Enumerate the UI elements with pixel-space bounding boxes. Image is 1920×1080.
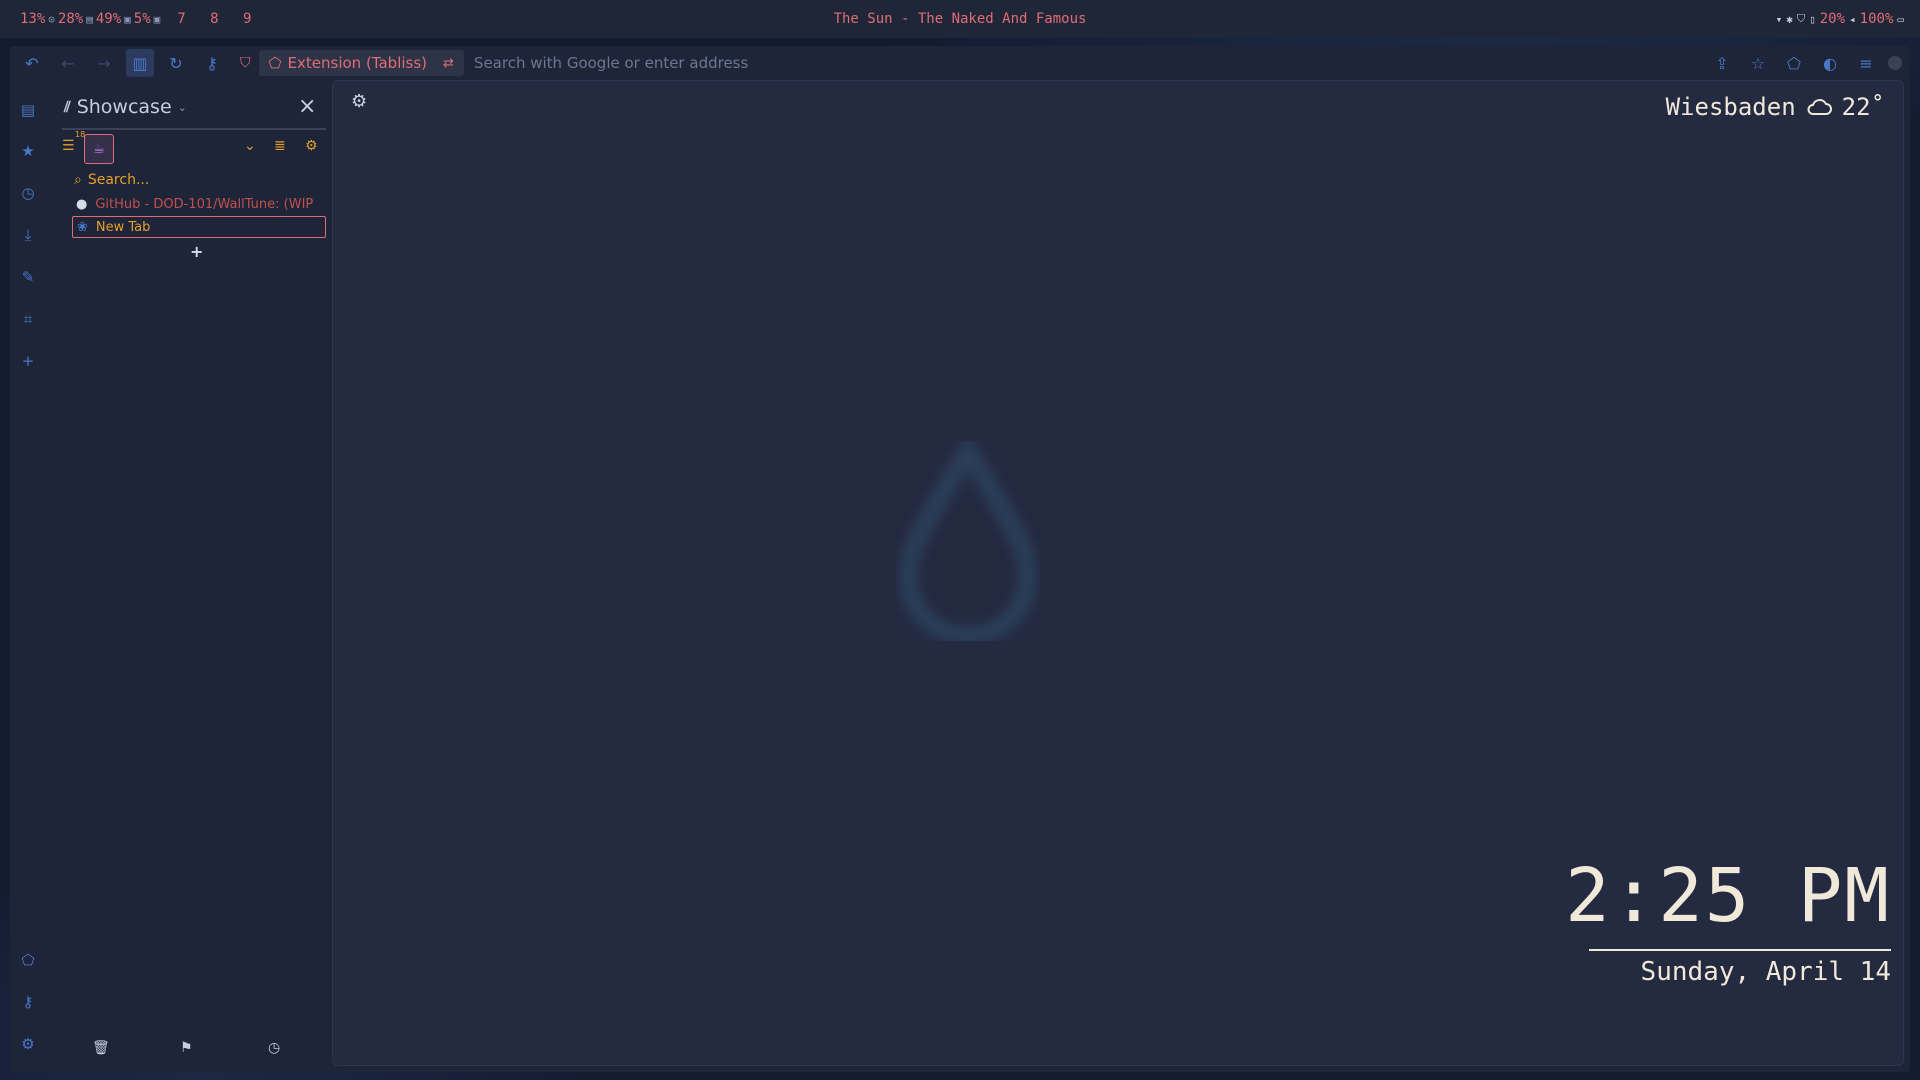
browser-window: ↶ ← → ▥ ↻ ⚷ ⛉ ⬠ Extension (Tabliss) ⇄ Se… (10, 46, 1910, 1072)
sidebar-footer: 🗑 ⚑ ◷ (54, 1040, 334, 1064)
now-playing: The Sun - The Naked And Famous (833, 11, 1087, 27)
keyboard-icon: ▭ (1897, 12, 1904, 26)
share-icon[interactable]: ⇪ (1708, 49, 1736, 77)
tabs-sidebar: ⫽ Showcase ⌄ × ☰ 18 ☕ ⌄ ≣ ⚙ ⌕ Search... … (54, 80, 334, 1072)
gpu-usage: 5% (133, 11, 151, 27)
tracking-protection-icon[interactable]: ⛉ (240, 55, 251, 71)
cpu-icon: ⊙ (48, 12, 55, 26)
tab-item-active[interactable]: ❀ New Tab (72, 216, 326, 238)
extensions-panel-icon[interactable]: ⬠ (16, 948, 40, 972)
gear-icon[interactable]: ⚙ (351, 91, 367, 112)
address-bar[interactable]: ⛉ ⬠ Extension (Tabliss) ⇄ Search with Go… (240, 48, 1700, 78)
workspace-list[interactable]: 7 8 9 (177, 11, 259, 27)
tab-item[interactable]: ● GitHub - DOD-101/WallTune: (WIP (72, 193, 326, 215)
downloads-icon[interactable]: ⤓ (16, 223, 40, 247)
add-panel-icon[interactable]: + (16, 349, 40, 373)
tab-title: GitHub - DOD-101/WallTune: (WIP (95, 196, 314, 212)
window-control-dot[interactable] (1888, 56, 1902, 70)
weather-temp: 22˚ (1841, 93, 1885, 121)
disk-usage: 28% (57, 11, 84, 27)
extensions-icon[interactable]: ⬠ (1780, 49, 1808, 77)
url-input[interactable]: Search with Google or enter address (474, 54, 748, 72)
weather-widget: Wiesbaden 22˚ (1666, 93, 1885, 121)
pen-icon[interactable]: ✎ (16, 265, 40, 289)
passwords-icon[interactable]: ⚷ (16, 990, 40, 1014)
menu-icon[interactable]: ≡ (1852, 49, 1880, 77)
coffee-cup-icon: ☕ (92, 141, 106, 157)
permissions-icon[interactable]: ⇄ (443, 56, 454, 71)
cloud-icon (1807, 99, 1832, 115)
bluetooth-icon[interactable]: ✱ (1786, 13, 1793, 26)
extension-icon: ⬠ (268, 54, 282, 72)
background-drop-logo (898, 441, 1038, 641)
navigation-toolbar: ↶ ← → ▥ ↻ ⚷ ⛉ ⬠ Extension (Tabliss) ⇄ Se… (10, 46, 1910, 80)
brightness-level: 20% (1819, 11, 1846, 27)
translate-icon[interactable]: ⌗ (16, 307, 40, 331)
account-avatar-icon[interactable]: ◐ (1816, 49, 1844, 77)
system-status-bar: 13% ⊙ 28% ▤ 49% ▣ 5% ▣ 7 8 9 The Sun - T… (0, 0, 1920, 38)
tab-title: New Tab (95, 219, 151, 235)
key-icon[interactable]: ⚷ (198, 49, 226, 77)
tabs-search[interactable]: ⌕ Search... (74, 172, 149, 188)
settings-icon[interactable]: ⚙ (16, 1032, 40, 1056)
bookmark-star-icon[interactable]: ☆ (1744, 49, 1772, 77)
new-tab-page: ⚙ Wiesbaden 22˚ 2:25 PM Sunday, April 14 (332, 80, 1904, 1066)
chevron-down-icon[interactable]: ⌄ (244, 138, 256, 154)
shield-tray-icon[interactable]: ⛉ (1797, 12, 1805, 26)
sidebar-toolbar: ☰ 18 ☕ ⌄ ≣ ⚙ (62, 130, 326, 164)
clock-icon[interactable]: ◷ (268, 1040, 280, 1056)
storage-icon: ▣ (124, 12, 131, 26)
system-tray: ▾ ✱ ⛉ ▯ 20% ◂ 100% ▭ (1776, 11, 1904, 27)
trash-icon[interactable]: 🗑 (92, 1040, 110, 1056)
forward-button[interactable]: → (90, 49, 118, 77)
bookmark-icon[interactable]: ⚑ (180, 1040, 193, 1056)
sidebar-toggle-button[interactable]: ▥ (126, 49, 154, 77)
cpu-usage: 13% (20, 11, 46, 27)
clock-date: Sunday, April 14 (1640, 957, 1891, 987)
volume-icon[interactable]: ◂ (1849, 13, 1856, 26)
gpu-icon: ▣ (153, 12, 161, 26)
tree-list-icon[interactable]: ☰ (62, 138, 75, 154)
clock-divider (1589, 949, 1891, 951)
bookmarks-icon[interactable]: ★ (16, 139, 40, 163)
search-icon: ⌕ (74, 172, 82, 188)
chevron-down-icon: ⌄ (177, 100, 187, 114)
wifi-icon[interactable]: ▾ (1776, 13, 1783, 26)
sidebery-logo-icon: ⫽ (64, 98, 71, 116)
sidebar-title: Showcase (76, 96, 172, 118)
sidebar-header[interactable]: ⫽ Showcase ⌄ (64, 96, 187, 118)
github-icon: ● (76, 196, 88, 212)
search-input[interactable]: Search... (88, 172, 149, 188)
reload-button[interactable]: ↻ (162, 49, 190, 77)
panel-tab-button[interactable]: ☕ (84, 134, 114, 164)
identity-box[interactable]: ⬠ Extension (Tabliss) ⇄ (258, 50, 464, 76)
memory-usage: 49% (95, 11, 122, 27)
back-button[interactable]: ← (54, 49, 82, 77)
close-icon[interactable]: × (298, 94, 316, 119)
history-icon[interactable]: ◷ (16, 181, 40, 205)
memory-icon: ▤ (86, 12, 93, 26)
new-tab-list-icon[interactable]: ≣ (274, 138, 286, 154)
toolbar-right: ⇪ ☆ ⬠ ◐ ≡ (1708, 49, 1902, 77)
battery-icon: ▯ (1809, 12, 1816, 26)
weather-city: Wiesbaden (1665, 93, 1796, 121)
clock-time: 2:25 PM (1565, 853, 1891, 939)
undo-close-tab-button[interactable]: ↶ (18, 49, 46, 77)
volume-level: 100% (1859, 11, 1894, 27)
divider (62, 128, 326, 130)
new-tab-plus-icon[interactable]: + (190, 242, 203, 261)
system-stats: 13% ⊙ 28% ▤ 49% ▣ 5% ▣ 7 8 9 (20, 11, 259, 27)
tabs-panel-icon[interactable]: ▤ (16, 98, 40, 122)
identity-label: Extension (Tabliss) (287, 54, 428, 72)
sidebar-switcher: ▤ ★ ◷ ⤓ ✎ ⌗ + ⬠ ⚷ ⚙ (10, 80, 46, 1072)
settings-gear-icon[interactable]: ⚙ (305, 138, 318, 154)
tabliss-icon: ❀ (77, 219, 88, 235)
